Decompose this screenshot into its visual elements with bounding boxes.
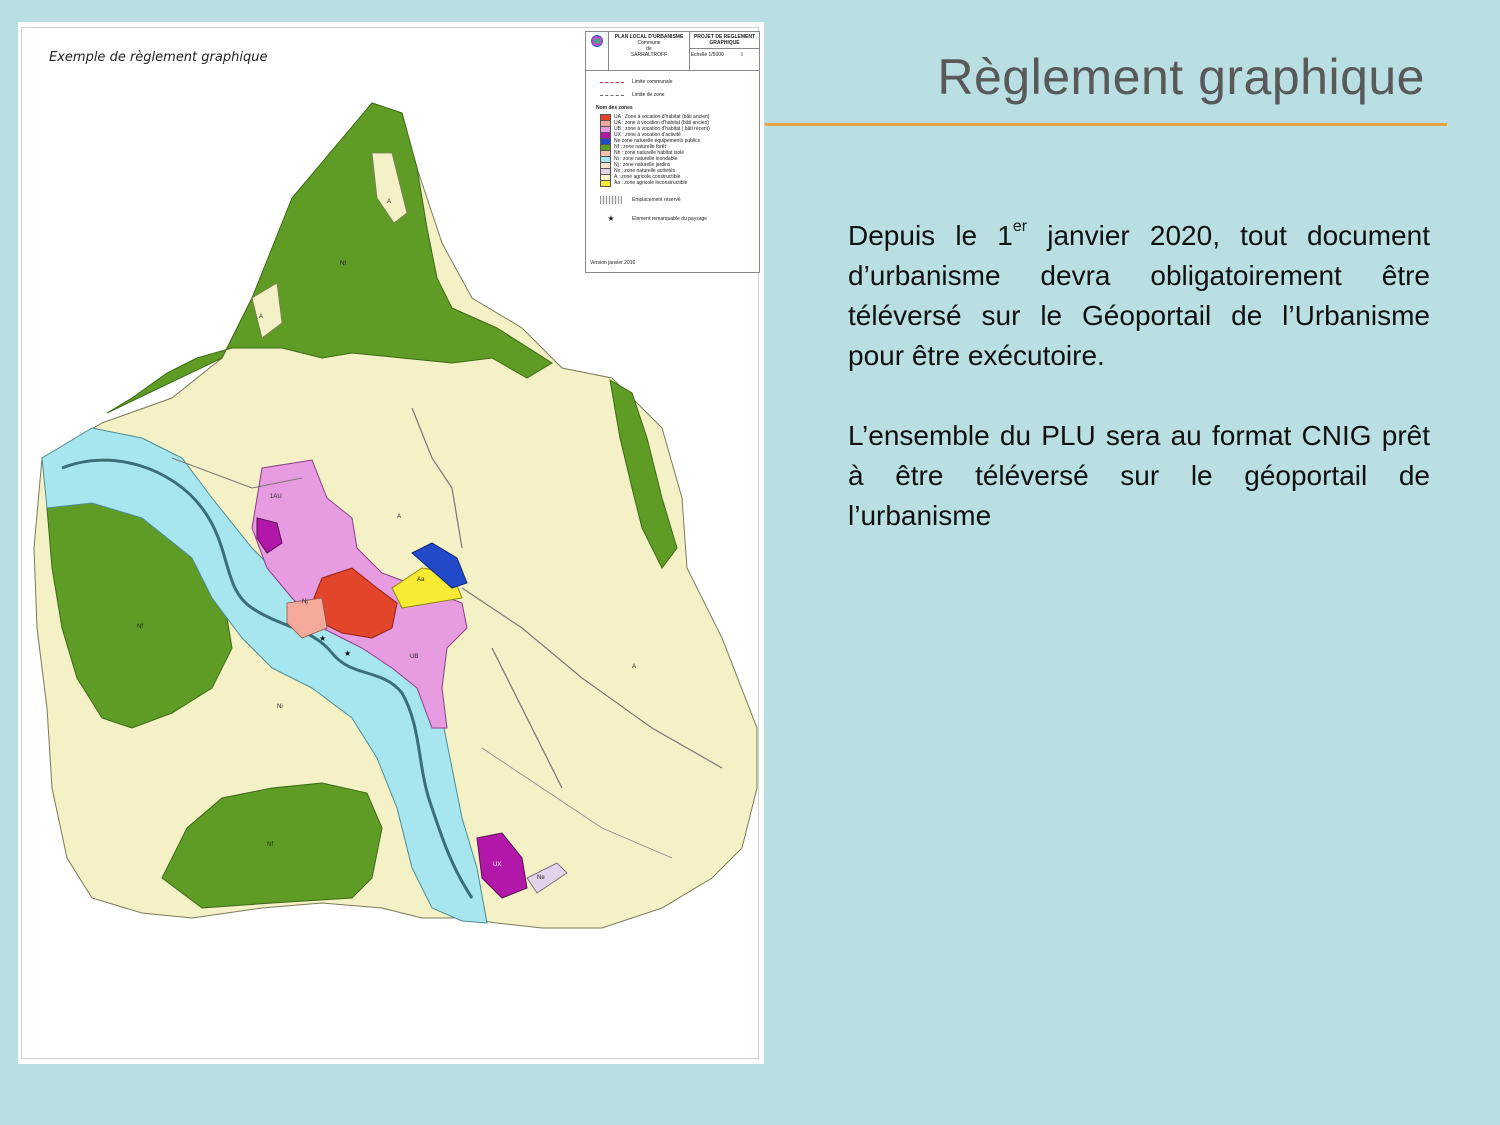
- map-label-a: A: [632, 664, 636, 670]
- map-label-aa: Aa: [417, 577, 425, 583]
- legend-reserved: Emplacement réservé: [600, 196, 753, 204]
- legend-cartouche: PLAN LOCAL D'URBANISME Commune de SARRAL…: [586, 32, 759, 71]
- scale-label: Echelle 1/5000: [690, 52, 724, 58]
- map-label-ux: UX: [493, 862, 501, 868]
- legend-zone-label: Aa : zone agricole inconstructible: [614, 180, 688, 186]
- legend-reserved-label: Emplacement réservé: [632, 197, 681, 203]
- map-label-a: A: [387, 199, 391, 205]
- slide-title: Règlement graphique: [937, 49, 1425, 105]
- map-star: ★: [319, 634, 326, 643]
- map-figure: Exemple de règlement graphique Nf Nf Nf …: [18, 22, 764, 1064]
- slide-body: Depuis le 1er janvier 2020, tout documen…: [848, 216, 1430, 536]
- paragraph-deadline-sup: er: [1012, 217, 1028, 235]
- legend-commune-limit-label: Limite communale: [632, 79, 673, 85]
- project-block: PROJET DE REGLEMENT GRAPHIQUE Echelle 1/…: [690, 32, 759, 70]
- map-label-nf-south: Nf: [267, 842, 273, 848]
- legend-zones-heading: Nom des zones: [596, 105, 633, 111]
- legend-zone-limit-label: Limite de zone: [632, 92, 665, 98]
- paragraph-deadline-start: Depuis le 1: [848, 220, 1013, 251]
- map-label-a: A: [259, 314, 263, 320]
- legend-remarkable-label: Element remarquable du paysage: [632, 215, 708, 222]
- star-icon: ★: [607, 214, 615, 223]
- map-label-a: A: [397, 514, 401, 520]
- map-sheet: Exemple de règlement graphique Nf Nf Nf …: [21, 27, 760, 1059]
- map-label-ub: UB: [410, 654, 418, 660]
- paragraph-cnig: L’ensemble du PLU sera au format CNIG pr…: [848, 420, 1430, 531]
- legend-zone-item: Aa : zone agricole inconstructible: [600, 179, 753, 187]
- project-label: PROJET DE REGLEMENT GRAPHIQUE: [690, 32, 759, 49]
- map-label-1au: 1AU: [270, 494, 282, 500]
- legend-zone-list: UA : Zone à vocation d'habitat (bâti anc…: [600, 113, 753, 187]
- legend-version: Version janvier 2016: [590, 260, 636, 266]
- title-underline: [765, 123, 1447, 126]
- legend-swatch: [600, 179, 611, 187]
- commune-logo: [586, 32, 609, 70]
- map-label-nj: Nj: [302, 599, 308, 605]
- map-label-nf-west: Nf: [137, 624, 143, 630]
- map-label-nf-north: Nf: [340, 261, 346, 267]
- map-label-ne: Ne: [537, 875, 545, 881]
- paragraph-deadline: Depuis le 1er janvier 2020, tout documen…: [848, 216, 1430, 376]
- commune-name: SARRALTROFF: [630, 52, 668, 58]
- legend-zone-limit: Limite de zone: [600, 92, 753, 98]
- legend-commune-limit: Limite communale: [600, 79, 753, 85]
- map-star: ★: [344, 649, 351, 658]
- legend-remarkable: ★ Element remarquable du paysage: [600, 214, 753, 223]
- plan-title-block: PLAN LOCAL D'URBANISME Commune de SARRAL…: [609, 32, 690, 70]
- north-arrow-icon: ⇧: [739, 52, 744, 58]
- map-legend: PLAN LOCAL D'URBANISME Commune de SARRAL…: [585, 31, 760, 273]
- map-label-ni: Ni: [277, 704, 283, 710]
